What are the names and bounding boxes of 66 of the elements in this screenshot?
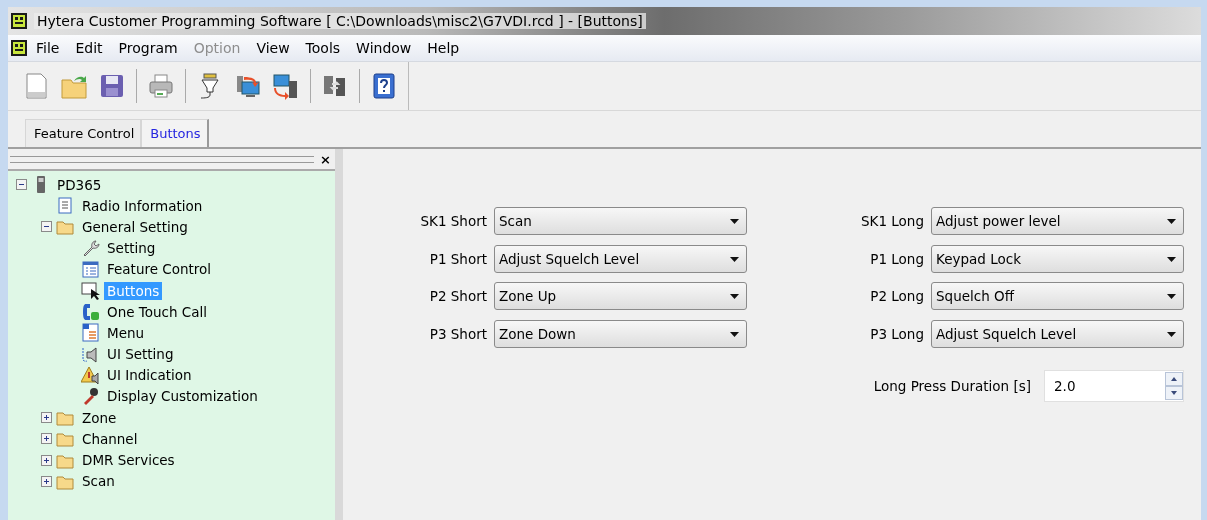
tree-item[interactable]: Feature Control	[104, 260, 215, 279]
tree-item[interactable]: Radio Information	[79, 196, 206, 215]
menu-bar-entry[interactable]: Program	[110, 40, 186, 56]
number-field[interactable]: 2.0	[1044, 370, 1184, 402]
tab[interactable]: Feature Control	[25, 119, 142, 147]
field-label: P1 Short	[429, 249, 488, 269]
tree-item[interactable]: Channel	[79, 429, 141, 448]
spinner-arrows-icon[interactable]	[1165, 372, 1183, 400]
list-window-icon	[81, 259, 100, 279]
save-icon[interactable]	[98, 72, 126, 100]
speaker-icon	[81, 344, 100, 364]
menu-bar-entry[interactable]: Edit	[67, 40, 111, 56]
expander-icon[interactable]	[41, 454, 52, 466]
menu-bar-entry[interactable]: File	[28, 40, 68, 56]
menu-icon	[81, 323, 100, 343]
app-logo-icon	[10, 12, 28, 30]
field-label: P2 Long	[870, 287, 925, 306]
close-button[interactable]: ×	[320, 152, 331, 166]
help-icon[interactable]	[370, 72, 398, 100]
printer-icon[interactable]	[147, 72, 175, 100]
menu-bar-entry[interactable]: Help	[419, 40, 468, 56]
document-icon	[56, 196, 75, 216]
wrench-icon	[81, 238, 100, 258]
tree-item[interactable]: PD365	[54, 175, 105, 194]
tab[interactable]: Buttons	[141, 119, 209, 147]
radio-icon	[36, 175, 45, 195]
dropdown[interactable]: Adjust Squelch Level	[931, 319, 1184, 348]
dropdown[interactable]: Scan	[494, 207, 747, 235]
expander-icon[interactable]	[16, 179, 27, 191]
dropdown[interactable]: Zone Up	[494, 282, 747, 310]
field-label: P1 Long	[870, 249, 925, 269]
warning-icon	[81, 365, 100, 385]
tree-item[interactable]: UI Setting	[104, 345, 177, 364]
tree-item[interactable]: Setting	[104, 239, 159, 258]
field-label: P3 Long	[870, 324, 925, 344]
pointer-icon	[81, 281, 100, 301]
tree-item[interactable]: Menu	[104, 323, 148, 342]
dropdown[interactable]: Squelch Off	[931, 282, 1184, 310]
computer-radio-icon[interactable]	[272, 72, 300, 100]
field-label: P2 Short	[429, 287, 488, 306]
tree-item[interactable]: DMR Services	[79, 451, 178, 470]
menu-bar-entry[interactable]: Window	[348, 40, 420, 56]
field-label: SK1 Long	[861, 212, 925, 231]
menu-bar-entry[interactable]: View	[248, 40, 298, 56]
tree-item[interactable]: Display Customization	[104, 387, 261, 406]
dropdown[interactable]: Zone Down	[494, 319, 747, 348]
expander-icon[interactable]	[41, 475, 52, 487]
expander-icon[interactable]	[41, 412, 52, 424]
field-label: SK1 Short	[420, 212, 488, 231]
phone-icon	[81, 302, 100, 322]
field-label: Long Press Duration [s]	[873, 377, 1032, 396]
tree-item[interactable]: Zone	[79, 408, 120, 427]
tree-item[interactable]: General Setting	[79, 217, 191, 236]
dropdown[interactable]: Adjust power level	[931, 207, 1184, 235]
tree-item[interactable]: UI Indication	[104, 366, 195, 385]
panel-gripper[interactable]	[10, 155, 315, 163]
tree-item[interactable]: One Touch Call	[104, 302, 211, 321]
dropdown[interactable]: Keypad Lock	[931, 244, 1184, 273]
tree-item[interactable]: Scan	[79, 472, 118, 491]
menu-bar-entry[interactable]: Tools	[297, 40, 349, 56]
window-title: Hytera Customer Programming Software [ C:\Downloads\misc2\G7VDI.rcd ] - [Buttons]	[34, 13, 646, 29]
field-label: P3 Short	[429, 324, 488, 344]
expander-icon[interactable]	[41, 221, 52, 233]
expander-icon[interactable]	[41, 433, 52, 445]
app-logo-icon	[10, 39, 28, 57]
dropdown[interactable]: Adjust Squelch Level	[494, 244, 747, 273]
